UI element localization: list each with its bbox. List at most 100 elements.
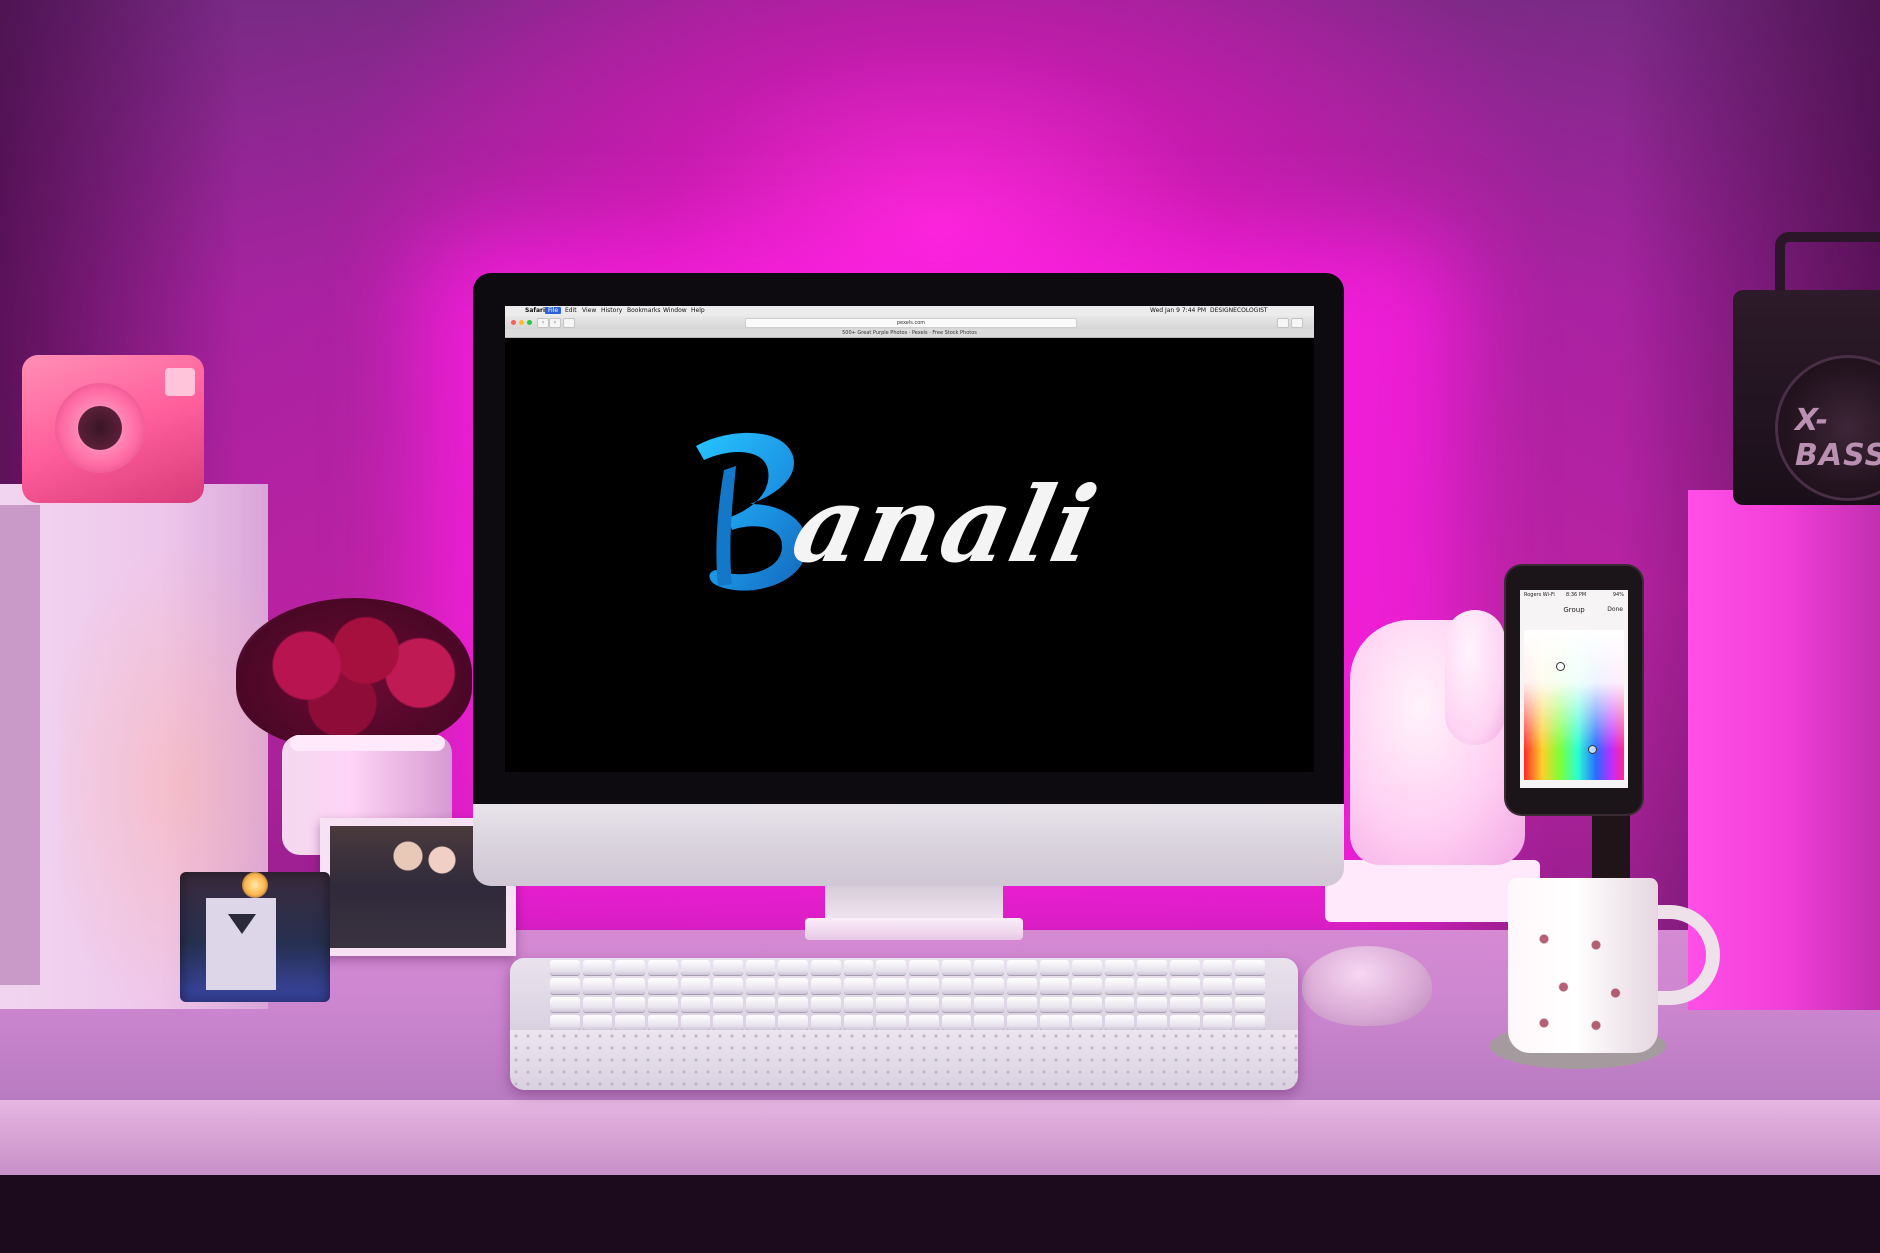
keyboard-key[interactable] (550, 996, 580, 1012)
keyboard-key[interactable] (909, 960, 939, 976)
zoom-window-icon[interactable] (527, 320, 532, 325)
keyboard-key[interactable] (909, 978, 939, 994)
menubar-user[interactable]: DESIGNECOLOGIST (1210, 307, 1268, 314)
keyboard-key[interactable] (582, 1014, 613, 1030)
keyboard-key[interactable] (1039, 978, 1070, 994)
keyboard-key[interactable] (1072, 978, 1102, 994)
keyboard-key[interactable] (1137, 1014, 1168, 1030)
keyboard-key[interactable] (680, 996, 711, 1012)
keyboard-key[interactable] (941, 960, 972, 976)
phone-done-button[interactable]: Done (1607, 606, 1623, 613)
menubar-clock[interactable]: Wed Jan 9 7:44 PM (1150, 307, 1206, 314)
keyboard-key[interactable] (1104, 996, 1135, 1012)
menu-help[interactable]: Help (691, 307, 705, 314)
color-picker-knob[interactable] (1556, 662, 1565, 671)
keyboard-key[interactable] (778, 960, 809, 976)
keyboard-key[interactable] (713, 996, 743, 1012)
menu-safari[interactable]: Safari (525, 307, 545, 314)
keyboard-key[interactable] (811, 996, 841, 1012)
keyboard-key[interactable] (1170, 1014, 1200, 1030)
keyboard-key[interactable] (615, 960, 645, 976)
keyboard-key[interactable] (843, 1014, 874, 1030)
keyboard-key[interactable] (778, 996, 809, 1012)
keyboard-key[interactable] (974, 960, 1004, 976)
keyboard-key[interactable] (713, 978, 743, 994)
keyboard-key[interactable] (974, 996, 1004, 1012)
menu-window[interactable]: Window (663, 307, 687, 314)
keyboard-keys[interactable] (550, 960, 1265, 1030)
keyboard-key[interactable] (582, 960, 613, 976)
keyboard-key[interactable] (1006, 978, 1037, 994)
keyboard-key[interactable] (745, 1014, 776, 1030)
keyboard-key[interactable] (680, 978, 711, 994)
keyboard-key[interactable] (550, 1014, 580, 1030)
share-icon[interactable] (1277, 318, 1289, 328)
menu-history[interactable]: History (601, 307, 622, 314)
tab-active[interactable]: 500+ Great Purple Photos · Pexels · Free… (505, 329, 1314, 338)
back-button[interactable]: ‹ (537, 318, 549, 328)
keyboard-key[interactable] (909, 996, 939, 1012)
keyboard-key[interactable] (713, 960, 743, 976)
keyboard-key[interactable] (1202, 960, 1233, 976)
keyboard-key[interactable] (647, 960, 678, 976)
keyboard-key[interactable] (778, 978, 809, 994)
keyboard-key[interactable] (550, 960, 580, 976)
keyboard-key[interactable] (811, 1014, 841, 1030)
keyboard-key[interactable] (647, 978, 678, 994)
keyboard-key[interactable] (1104, 960, 1135, 976)
keyboard-key[interactable] (1202, 978, 1233, 994)
close-window-icon[interactable] (511, 320, 516, 325)
keyboard-key[interactable] (1072, 960, 1102, 976)
keyboard-key[interactable] (1072, 996, 1102, 1012)
keyboard-key[interactable] (843, 978, 874, 994)
keyboard-key[interactable] (1202, 1014, 1233, 1030)
keyboard-key[interactable] (647, 996, 678, 1012)
keyboard-key[interactable] (974, 1014, 1004, 1030)
keyboard-key[interactable] (1137, 960, 1168, 976)
keyboard-key[interactable] (1072, 1014, 1102, 1030)
keyboard-key[interactable] (745, 960, 776, 976)
keyboard-key[interactable] (876, 1014, 906, 1030)
keyboard-key[interactable] (1235, 1014, 1265, 1030)
keyboard-key[interactable] (974, 978, 1004, 994)
menu-bookmarks[interactable]: Bookmarks (627, 307, 661, 314)
keyboard-key[interactable] (1235, 960, 1265, 976)
keyboard-key[interactable] (941, 978, 972, 994)
keyboard-key[interactable] (811, 978, 841, 994)
keyboard-key[interactable] (1170, 978, 1200, 994)
keyboard-key[interactable] (1235, 996, 1265, 1012)
keyboard-key[interactable] (876, 996, 906, 1012)
keyboard-key[interactable] (680, 960, 711, 976)
keyboard-key[interactable] (843, 960, 874, 976)
keyboard-key[interactable] (582, 996, 613, 1012)
sidebar-toggle-icon[interactable] (563, 318, 575, 328)
mouse[interactable] (1302, 946, 1432, 1026)
keyboard-key[interactable] (582, 978, 613, 994)
keyboard-key[interactable] (647, 1014, 678, 1030)
menu-edit[interactable]: Edit (565, 307, 577, 314)
keyboard-key[interactable] (615, 996, 645, 1012)
menu-file[interactable]: File (545, 307, 562, 314)
keyboard-key[interactable] (615, 978, 645, 994)
keyboard-key[interactable] (843, 996, 874, 1012)
keyboard-key[interactable] (615, 1014, 645, 1030)
keyboard-key[interactable] (876, 960, 906, 976)
keyboard-key[interactable] (1039, 960, 1070, 976)
keyboard-key[interactable] (1202, 996, 1233, 1012)
keyboard-key[interactable] (778, 1014, 809, 1030)
keyboard-key[interactable] (1170, 996, 1200, 1012)
color-picker-knob-secondary[interactable] (1588, 745, 1597, 754)
keyboard-key[interactable] (1006, 1014, 1037, 1030)
keyboard-key[interactable] (1170, 960, 1200, 976)
keyboard-key[interactable] (713, 1014, 743, 1030)
keyboard-key[interactable] (1137, 996, 1168, 1012)
forward-button[interactable]: › (549, 318, 561, 328)
keyboard-key[interactable] (1039, 1014, 1070, 1030)
keyboard-key[interactable] (1104, 978, 1135, 994)
keyboard-key[interactable] (1137, 978, 1168, 994)
keyboard-key[interactable] (1006, 996, 1037, 1012)
keyboard-key[interactable] (1039, 996, 1070, 1012)
tabs-overview-icon[interactable] (1291, 318, 1303, 328)
keyboard-key[interactable] (909, 1014, 939, 1030)
keyboard-key[interactable] (1104, 1014, 1135, 1030)
